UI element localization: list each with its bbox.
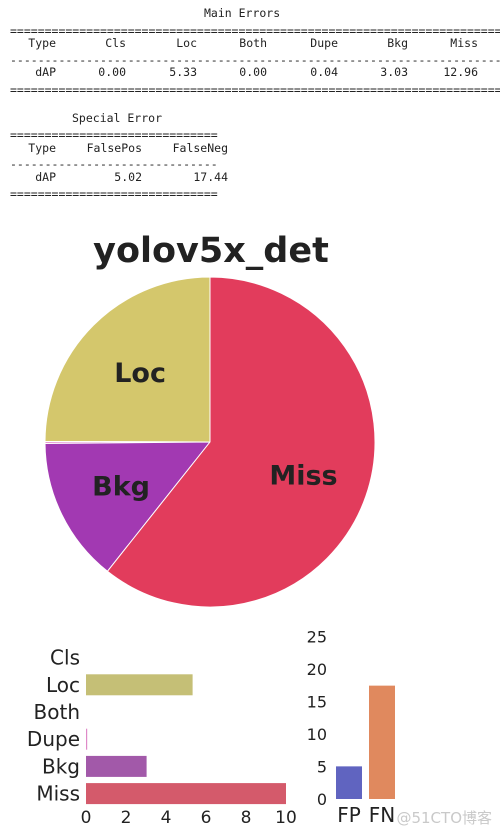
hbar-category-label: Bkg bbox=[42, 754, 80, 778]
pie-chart: Loc Bkg Miss bbox=[44, 276, 376, 608]
hbar-x-tick-label: 10 bbox=[275, 808, 297, 828]
hbar-category-label: Both bbox=[34, 700, 80, 724]
horizontal-bar-chart: Cls Loc Both Dupe Bkg Miss0 2 4 6 8 10 bbox=[27, 646, 297, 828]
pie-label-loc: Loc bbox=[114, 358, 166, 389]
hbar-x-tick-label: 8 bbox=[241, 808, 252, 828]
hbar-category-label: Loc bbox=[46, 673, 80, 697]
pie-title: yolov5x_det bbox=[93, 231, 329, 271]
hbar-category-label: Dupe bbox=[27, 727, 80, 751]
vbar-bar-fp bbox=[336, 766, 362, 799]
hbar-x-tick-label: 2 bbox=[121, 808, 132, 828]
vbar-y-tick-label: 5 bbox=[317, 758, 327, 777]
vbar-category-label: FN bbox=[369, 803, 395, 827]
vbar-category-label: FP bbox=[337, 803, 361, 827]
vbar-y-tick-label: 25 bbox=[307, 628, 327, 647]
vbar-bar-fn bbox=[369, 685, 395, 799]
hbar-x-tick-label: 0 bbox=[81, 808, 92, 828]
hbar-bar-bkg bbox=[86, 755, 147, 777]
hbar-bar-loc bbox=[86, 674, 193, 696]
charts-canvas: yolov5x_det Loc Bkg Miss Cls Loc Both Dupe Bkg… bbox=[27, 231, 396, 828]
hbar-bar-dupe bbox=[86, 728, 88, 750]
hbar-x-tick-label: 4 bbox=[161, 808, 172, 828]
hbar-x-tick-label: 6 bbox=[201, 808, 212, 828]
pie-label-bkg: Bkg bbox=[92, 471, 150, 502]
vertical-bar-chart: 0 5 10 15 20 25 FP FN bbox=[307, 628, 396, 828]
vbar-y-tick-label: 15 bbox=[307, 693, 327, 712]
pie-label-miss: Miss bbox=[269, 461, 337, 492]
vbar-y-tick-label: 0 bbox=[317, 790, 327, 809]
hbar-bar-miss bbox=[86, 783, 286, 805]
watermark: @51CTO博客 bbox=[396, 809, 492, 827]
hbar-category-label: Cls bbox=[50, 646, 80, 670]
hbar-category-label: Miss bbox=[36, 782, 80, 806]
vbar-y-tick-label: 20 bbox=[307, 660, 327, 679]
vbar-y-tick-label: 10 bbox=[307, 725, 327, 744]
